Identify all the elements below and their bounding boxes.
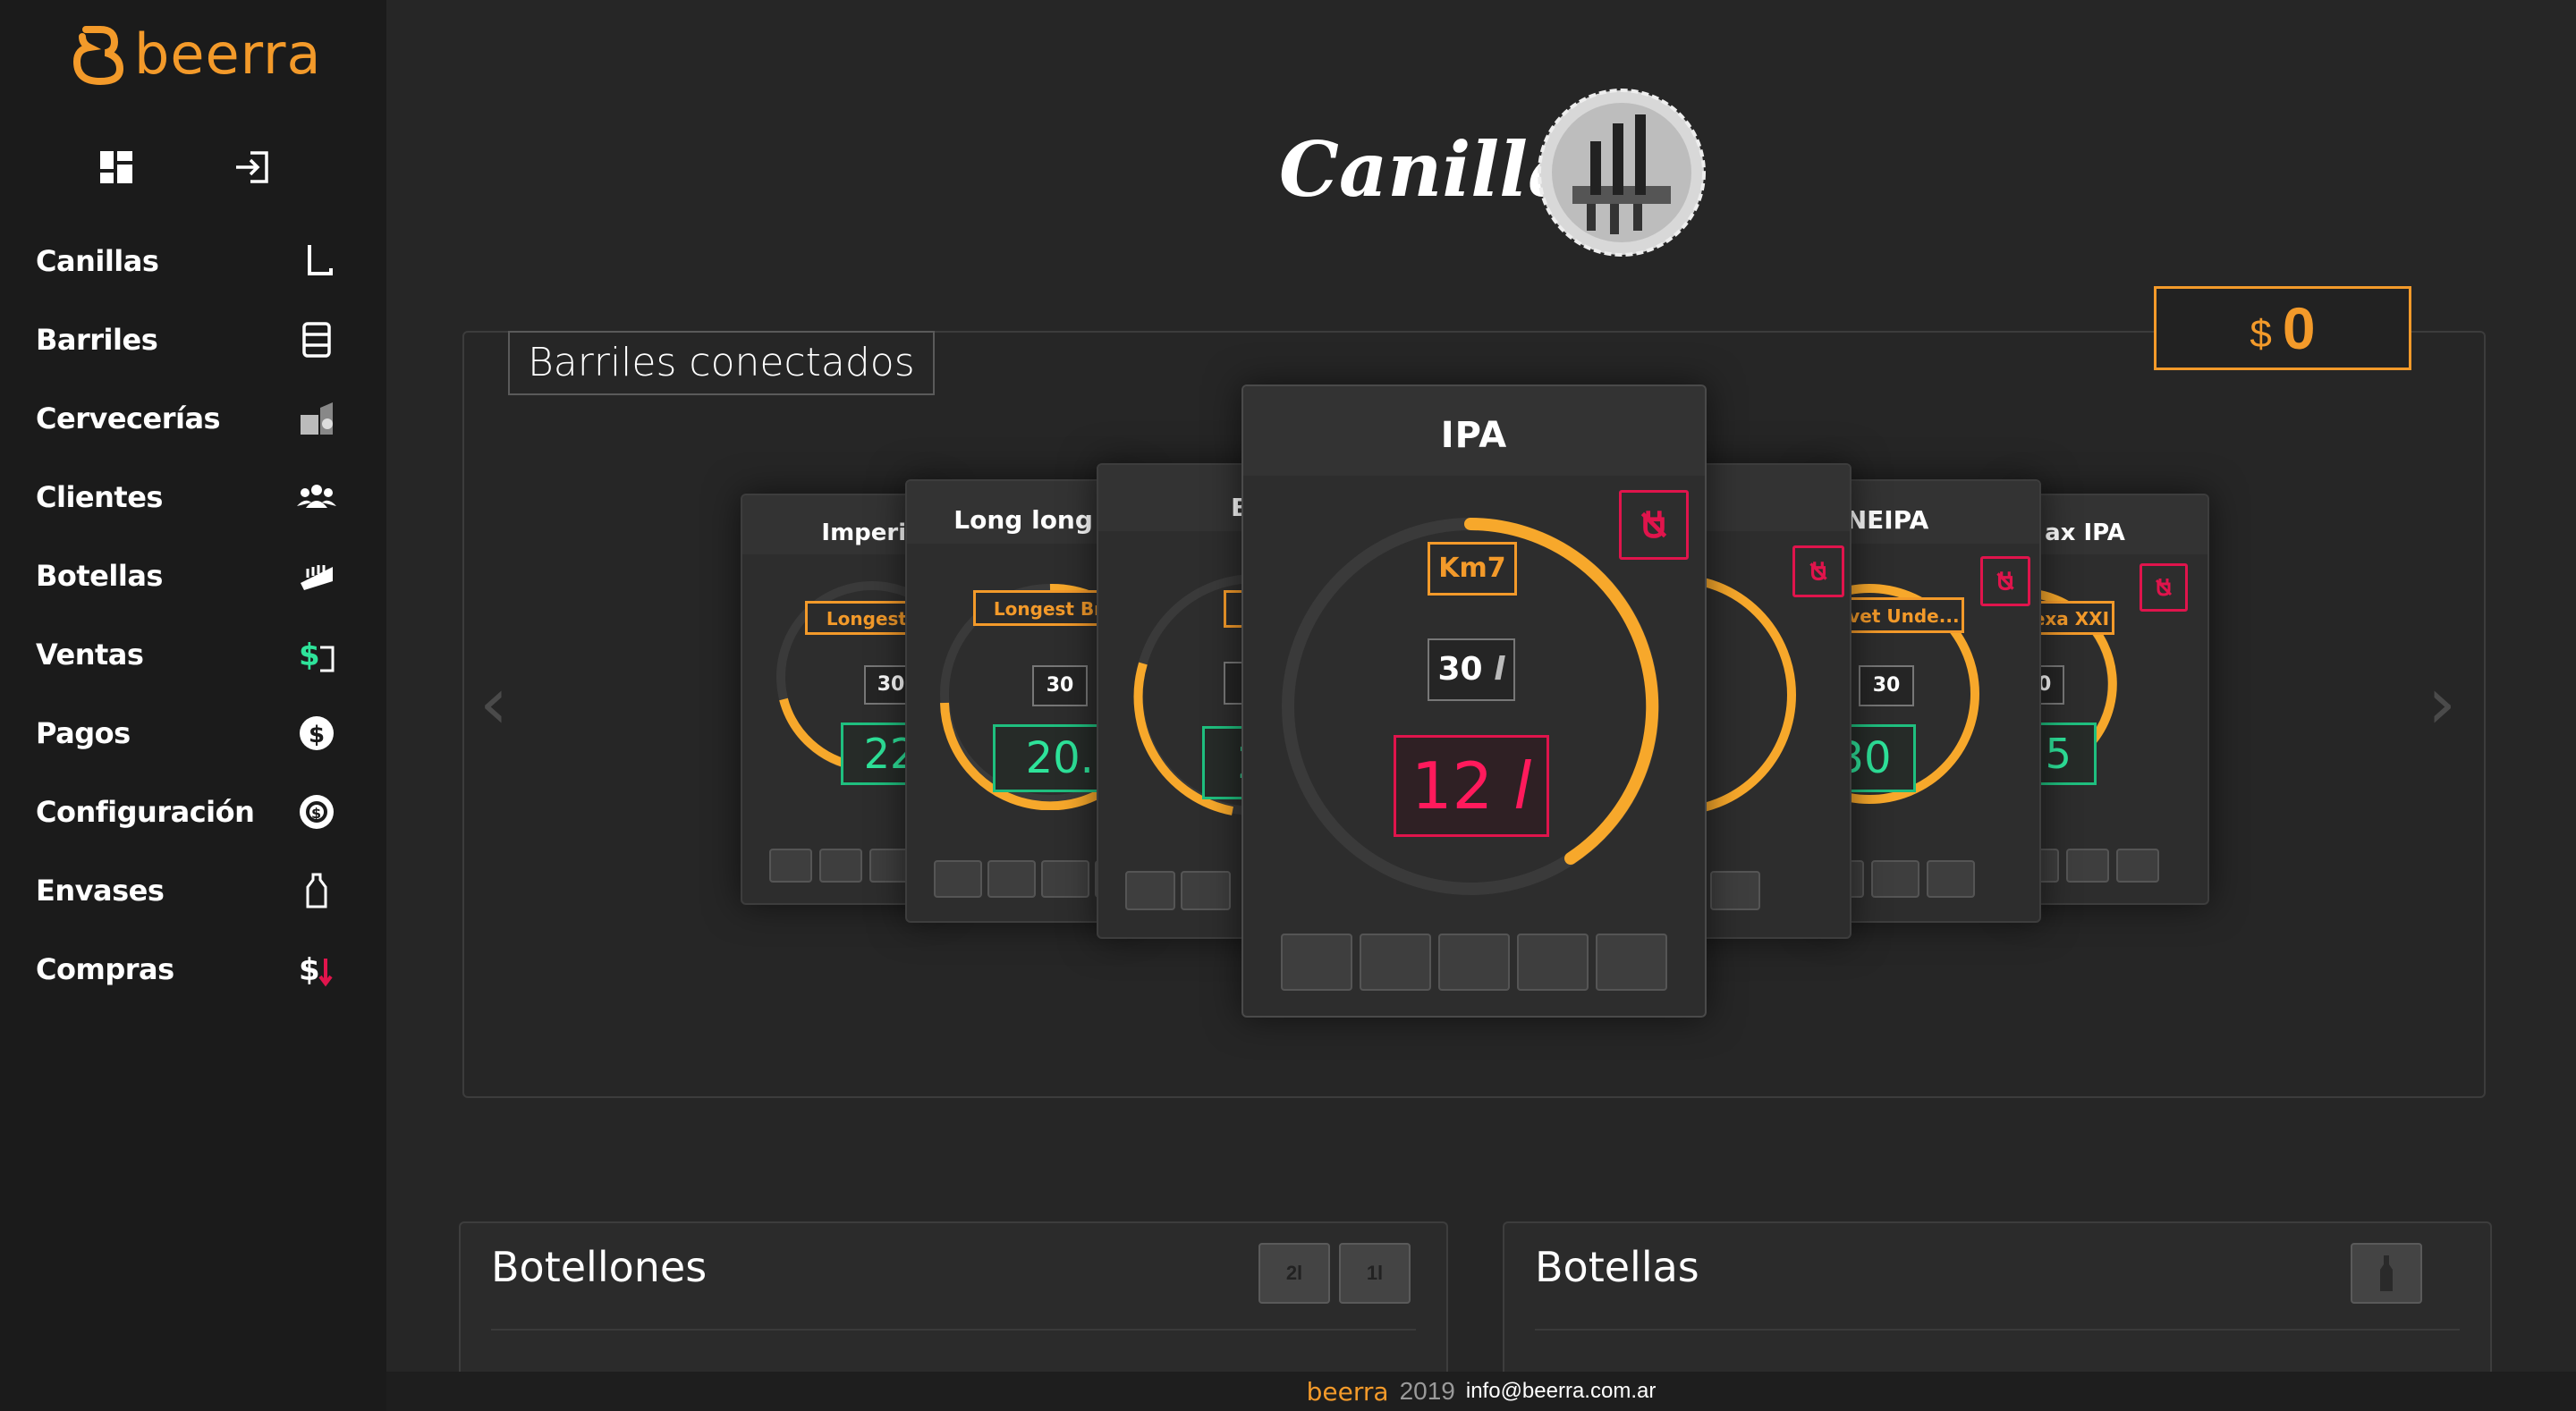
- svg-text:$: $: [299, 952, 320, 988]
- tap-name: ax IPA: [2016, 495, 2207, 554]
- barrel-button[interactable]: [1596, 934, 1667, 991]
- sidebar-item-label: Envases: [36, 874, 165, 908]
- sidebar-item-cervecerias[interactable]: Cervecerías: [0, 379, 386, 458]
- beer-tap-badge-icon: [1538, 89, 1706, 257]
- sidebar-item-label: Compras: [36, 952, 174, 986]
- settings-icon: $: [300, 795, 334, 829]
- sidebar-item-label: Canillas: [36, 244, 159, 278]
- unplug-icon: [2155, 579, 2173, 596]
- footer-brand: beerra: [1306, 1376, 1389, 1407]
- sidebar-item-label: Cervecerías: [36, 401, 221, 435]
- bottle-button[interactable]: [1125, 871, 1175, 910]
- tap-capacity: 30: [1032, 665, 1088, 706]
- bottles-icon: [301, 565, 333, 590]
- card-divider: [1535, 1329, 2460, 1331]
- tap-card-ipa[interactable]: IPA Km7 30 l 12 l: [1241, 384, 1707, 1018]
- app-logo[interactable]: beerra: [70, 18, 322, 89]
- sidebar-item-barriles[interactable]: Barriles: [0, 300, 386, 379]
- sidebar-item-configuracion[interactable]: Configuración $: [0, 773, 386, 851]
- pitcher-button[interactable]: [2066, 849, 2109, 883]
- sidebar: beerra Canillas Barriles Cervecerías Cli…: [0, 0, 386, 1411]
- barrel-button[interactable]: [1710, 871, 1760, 910]
- unplug-icon: [1809, 562, 1827, 581]
- pitcher-button[interactable]: [1517, 934, 1589, 991]
- sidebar-item-compras[interactable]: Compras $: [0, 930, 386, 1009]
- bottle-icon: [2380, 1255, 2393, 1291]
- beerra-logo-icon: [72, 26, 124, 85]
- brand-name: beerra: [134, 21, 322, 87]
- growler-button[interactable]: [819, 849, 862, 883]
- payment-icon: $: [300, 716, 334, 750]
- barrel-button[interactable]: [2116, 849, 2159, 883]
- sidebar-item-label: Ventas: [36, 638, 144, 672]
- tap-card-max-ipa[interactable]: ax IPA rvexa XXI 30 .5: [2014, 494, 2209, 905]
- tap-capacity: 30 l: [1428, 638, 1515, 701]
- sidebar-item-botellas[interactable]: Botellas: [0, 537, 386, 615]
- glass-button[interactable]: [1438, 934, 1510, 991]
- tap-remaining: 12 l: [1394, 735, 1549, 837]
- bottle-add-button[interactable]: [2351, 1243, 2422, 1304]
- sales-icon: $: [299, 638, 335, 673]
- svg-text:$: $: [309, 722, 325, 748]
- growler-button[interactable]: [1181, 871, 1231, 910]
- unplug-button[interactable]: [2140, 563, 2188, 612]
- barrel-icon: [302, 322, 331, 358]
- brewery-icon: [301, 402, 333, 435]
- sidebar-item-canillas[interactable]: Canillas: [0, 222, 386, 300]
- tap-capacity: 30: [1859, 665, 1914, 706]
- sidebar-top-icons: [97, 148, 275, 187]
- tap-name: IPA: [1243, 386, 1705, 476]
- footer-email[interactable]: info@beerra.com.ar: [1466, 1379, 1656, 1404]
- purchases-icon: $: [299, 952, 333, 988]
- growler-button[interactable]: [987, 860, 1036, 898]
- unplug-icon: [1996, 571, 2014, 591]
- sidebar-item-label: Pagos: [36, 716, 131, 750]
- tap-icon: [308, 245, 333, 275]
- sidebar-item-ventas[interactable]: Ventas $: [0, 615, 386, 694]
- total-value: 0: [2282, 295, 2316, 361]
- total-amount-box: $ 0: [2154, 286, 2411, 370]
- unplug-button[interactable]: [1980, 556, 2030, 606]
- dashboard-icon[interactable]: [97, 148, 136, 187]
- card-title: Botellones: [491, 1243, 708, 1291]
- carousel-next-arrow[interactable]: ›: [2428, 662, 2456, 745]
- growler-2l-button[interactable]: 2l: [1258, 1243, 1330, 1304]
- users-icon: [297, 485, 336, 508]
- container-icon: [306, 873, 327, 908]
- sidebar-item-envases[interactable]: Envases: [0, 851, 386, 930]
- sidebar-item-pagos[interactable]: Pagos $: [0, 694, 386, 773]
- bottle-button[interactable]: [934, 860, 982, 898]
- footer-year: 2019: [1399, 1377, 1455, 1405]
- card-title: Botellas: [1535, 1243, 1699, 1291]
- glass-button[interactable]: [1041, 860, 1089, 898]
- total-currency: $: [2250, 312, 2272, 356]
- tap-brand-label: Km7: [1428, 542, 1517, 596]
- growler-1l-button[interactable]: 1l: [1339, 1243, 1411, 1304]
- card-divider: [491, 1329, 1416, 1331]
- sidebar-nav: Canillas Barriles Cervecerías Clientes B…: [0, 222, 386, 1009]
- sidebar-item-label: Botellas: [36, 559, 163, 593]
- svg-text:$: $: [299, 638, 320, 673]
- logout-icon[interactable]: [233, 148, 272, 187]
- sidebar-item-label: Configuración: [36, 795, 255, 829]
- bottle-button[interactable]: [769, 849, 812, 883]
- barrel-button[interactable]: [1927, 860, 1975, 898]
- footer: beerra 2019 info@beerra.com.ar: [386, 1372, 2576, 1411]
- growler-button[interactable]: [1360, 934, 1431, 991]
- sidebar-item-clientes[interactable]: Clientes: [0, 458, 386, 537]
- panel-label: Barriles conectados: [508, 331, 935, 395]
- svg-text:$: $: [311, 805, 321, 822]
- bottle-button[interactable]: [1281, 934, 1352, 991]
- sidebar-item-label: Clientes: [36, 480, 163, 514]
- carousel-prev-arrow[interactable]: ‹: [479, 662, 508, 745]
- pitcher-button[interactable]: [1871, 860, 1919, 898]
- sidebar-item-label: Barriles: [36, 323, 158, 357]
